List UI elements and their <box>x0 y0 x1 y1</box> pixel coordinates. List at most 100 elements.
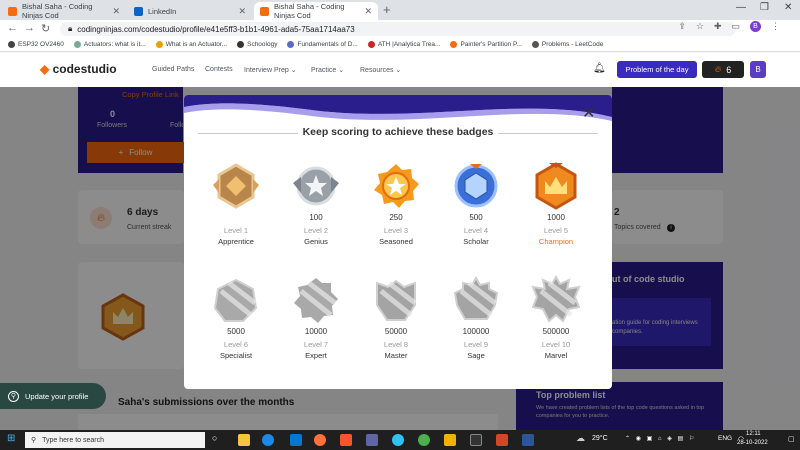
update-profile-button[interactable]: ⚲ Update your profile <box>0 383 106 409</box>
terminal-icon[interactable] <box>470 434 482 446</box>
modal-title: Keep scoring to achieve these badges <box>302 126 494 138</box>
close-window-icon[interactable]: ✕ <box>784 2 792 13</box>
badge-genius: 100 Level 2 Genius <box>271 161 361 247</box>
menu-icon[interactable]: ⋮ <box>771 21 780 32</box>
clock-date[interactable]: 28-10-2022 <box>737 440 768 446</box>
folder-icon[interactable] <box>444 434 456 446</box>
brave-icon[interactable] <box>340 434 352 446</box>
badge-expert: 10000 Level 7 Expert <box>271 275 361 361</box>
taskbar-search[interactable]: ⚲ Type here to search <box>25 432 205 448</box>
badge-name: Seasoned <box>379 237 413 246</box>
badge-score: 1000 <box>547 213 565 222</box>
bookmark-item[interactable]: Schoology <box>237 41 277 48</box>
url-text: codingninjas.com/codestudio/profile/e41e… <box>77 24 355 34</box>
maximize-icon[interactable]: ❐ <box>760 2 769 13</box>
forward-icon[interactable]: → <box>24 22 35 34</box>
badge-level: Level 3 <box>383 226 409 235</box>
bookmark-favicon-icon <box>450 41 458 48</box>
edge-icon[interactable] <box>262 434 274 446</box>
browser-tab-2[interactable]: LinkedIn ✕ <box>128 2 252 20</box>
new-tab-icon[interactable]: + <box>383 2 391 17</box>
task-view-icon[interactable]: ○ <box>212 433 217 443</box>
marvel-badge-icon <box>531 275 581 323</box>
sage-badge-icon <box>453 275 499 320</box>
close-tab-icon[interactable]: ✕ <box>364 6 372 17</box>
weather-icon: ☁ <box>576 433 585 443</box>
tab-label: LinkedIn <box>148 6 177 16</box>
bookmark-favicon-icon <box>287 41 295 48</box>
close-modal-icon[interactable]: ✕ <box>582 103 595 123</box>
temperature[interactable]: 29°C <box>592 435 608 442</box>
badge-specialist: 5000 Level 6 Specialist <box>191 275 281 361</box>
codestudio-logo[interactable]: ◆ codestudio <box>40 62 117 76</box>
badge-level: Level 8 <box>383 340 409 349</box>
reload-icon[interactable]: ↻ <box>41 22 50 35</box>
profile-avatar-icon[interactable]: B <box>750 21 761 32</box>
file-explorer-icon[interactable] <box>238 434 250 446</box>
badge-champion: 1000 Level 5 Champion <box>511 161 601 247</box>
bookmark-item[interactable]: Problems - LeetCode <box>531 41 603 48</box>
nav-contests[interactable]: Contests <box>205 66 233 73</box>
user-icon: ⚲ <box>8 390 19 402</box>
genius-badge-icon <box>293 166 339 206</box>
bookmark-item[interactable]: ESP32 OV2460 <box>8 41 64 48</box>
bookmark-favicon-icon <box>155 41 163 48</box>
teams-icon[interactable] <box>366 434 378 446</box>
chrome-icon[interactable] <box>418 434 430 446</box>
close-tab-icon[interactable]: ✕ <box>112 6 120 17</box>
champion-badge-icon <box>535 162 577 210</box>
badge-score: 10000 <box>304 327 328 336</box>
app-icon[interactable] <box>392 434 404 446</box>
windows-taskbar: ⊞ ⚲ Type here to search ○ ☁ 29°C ⌃ ◉ ▣ ⌂… <box>0 430 800 450</box>
bookmark-item[interactable]: ATH |Analytica Trea... <box>367 41 440 48</box>
chevron-down-icon: ⌄ <box>338 67 345 74</box>
language-indicator[interactable]: ENG <box>718 435 732 442</box>
master-badge-icon <box>376 279 417 321</box>
bookmark-item[interactable]: Fundamentals of D... <box>287 41 358 48</box>
share-icon[interactable]: ⇪ <box>678 21 686 32</box>
badge-name: Marvel <box>544 351 568 360</box>
nav-practice[interactable]: Practice ⌄ <box>311 66 344 74</box>
browser-tab-1[interactable]: Bishal Saha - Coding Ninjas Cod ✕ <box>2 2 126 20</box>
problem-of-the-day-button[interactable]: Problem of the day <box>617 61 697 78</box>
clock-time[interactable]: 12:11 <box>746 431 761 437</box>
bookmark-item[interactable]: What is an Actuator... <box>155 41 227 48</box>
user-avatar[interactable]: B <box>750 61 766 78</box>
tray-icons[interactable]: ⌃ ◉ ▣ ⌂ ◈ ▤ ⚐ <box>625 435 696 442</box>
modal-header-wave <box>184 95 612 121</box>
windows-start-icon[interactable]: ⊞ <box>7 433 15 444</box>
minimize-icon[interactable]: — <box>736 2 746 13</box>
store-icon[interactable] <box>290 434 302 446</box>
nav-guided-paths[interactable]: Guided Paths <box>152 66 194 73</box>
bookmark-item[interactable]: Painter's Partition P... <box>450 41 522 48</box>
lock-icon: 🔒︎ <box>68 24 73 33</box>
back-icon[interactable]: ← <box>7 22 18 34</box>
browser-tab-3[interactable]: Bishal Saha - Coding Ninjas Cod ✕ <box>254 2 378 20</box>
notifications-icon[interactable]: ▢ <box>788 435 795 443</box>
word-icon[interactable] <box>522 434 534 446</box>
badge-score: 100000 <box>462 327 490 336</box>
badge-level: Level 5 <box>543 226 569 235</box>
bookmark-item[interactable]: Actuators: what is it... <box>73 41 146 48</box>
badge-level: Level 2 <box>303 226 329 235</box>
badge-apprentice: Level 1 Apprentice <box>191 161 281 247</box>
badges-modal: ✕ Keep scoring to achieve these badges L… <box>184 95 612 389</box>
badge-seasoned: 250 Level 3 Seasoned <box>351 161 441 247</box>
powerpoint-icon[interactable] <box>496 434 508 446</box>
notification-bell-icon[interactable]: 🔔︎ <box>593 63 606 74</box>
browser-tab-strip: Bishal Saha - Coding Ninjas Cod ✕ Linked… <box>0 0 800 20</box>
fire-icon: 🔥︎ <box>714 64 722 74</box>
badge-name: Scholar <box>463 237 489 246</box>
nav-interview-prep[interactable]: Interview Prep ⌄ <box>244 66 297 74</box>
badge-score: 50000 <box>384 327 408 336</box>
bookmark-star-icon[interactable]: ☆ <box>696 21 704 32</box>
extensions-icon[interactable]: ✚ <box>714 21 722 32</box>
sidebar-icon[interactable]: ▭ <box>731 21 740 32</box>
url-field[interactable]: 🔒︎ codingninjas.com/codestudio/profile/e… <box>60 22 736 36</box>
badge-score: 250 <box>389 213 403 222</box>
streak-button[interactable]: 🔥︎ 6 <box>702 61 744 78</box>
scholar-badge-icon <box>454 164 498 208</box>
firefox-icon[interactable] <box>314 434 326 446</box>
close-tab-icon[interactable]: ✕ <box>238 6 246 17</box>
nav-resources[interactable]: Resources ⌄ <box>360 66 401 74</box>
